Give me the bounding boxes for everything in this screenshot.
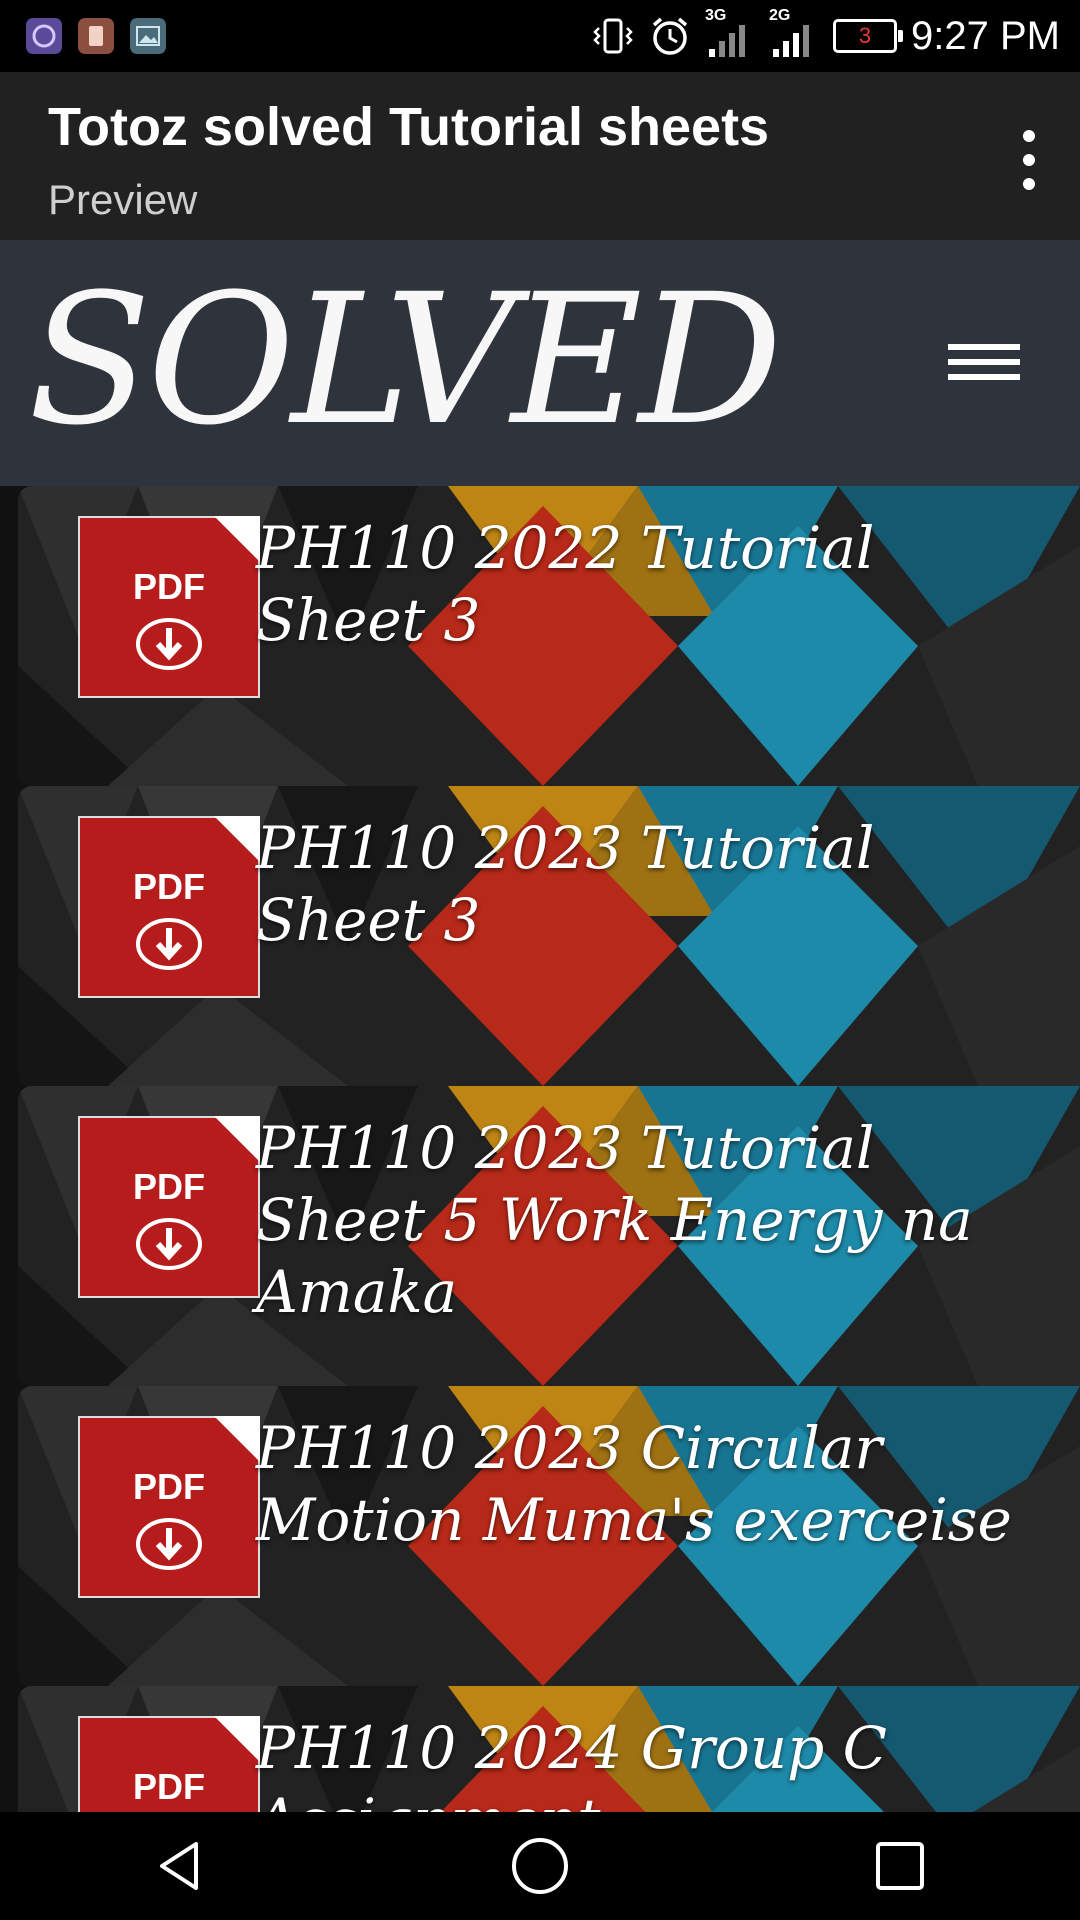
pdf-download-icon[interactable]: PDF (78, 516, 260, 698)
item-title[interactable]: PH110 2023 Circular Motion Muma's exerce… (256, 1412, 1056, 1556)
list-item[interactable]: PDF PH110 2023 Tutorial Sheet 3 (18, 786, 1080, 1086)
list-item[interactable]: PDF PH110 2023 Tutorial Sheet 5 Work Ene… (18, 1086, 1080, 1386)
list-item[interactable]: PDF PH110 2024 Group C Assignment (18, 1686, 1080, 1812)
pdf-download-icon[interactable]: PDF (78, 1416, 260, 1598)
pdf-download-icon[interactable]: PDF (78, 1116, 260, 1298)
hamburger-menu-icon[interactable] (948, 344, 1020, 380)
clock: 9:27 PM (911, 13, 1060, 58)
list-item[interactable]: PDF PH110 2022 Tutorial Sheet 3 (18, 486, 1080, 786)
overflow-menu-icon[interactable] (1014, 130, 1044, 190)
pdf-download-icon[interactable]: PDF (78, 816, 260, 998)
app-subtitle: Preview (48, 176, 198, 223)
pdf-label: PDF (133, 866, 205, 907)
item-title[interactable]: PH110 2023 Tutorial Sheet 3 (256, 812, 1056, 956)
alarm-icon (652, 17, 688, 55)
item-title[interactable]: PH110 2022 Tutorial Sheet 3 (256, 512, 1056, 656)
site-header: SOLVED (0, 240, 1080, 486)
home-icon[interactable] (500, 1826, 580, 1906)
pdf-label: PDF (133, 566, 205, 607)
battery-level: 3 (858, 23, 872, 48)
app-title: Totoz solved Tutorial sheets (48, 97, 770, 157)
viber-icon (26, 18, 62, 54)
pdf-label: PDF (133, 1166, 205, 1207)
app-bar: Totoz solved Tutorial sheets Preview (0, 72, 1080, 240)
document-list: PDF PH110 2022 Tutorial Sheet 3 PDF PH11… (0, 486, 1080, 1812)
signal-icon: 2G (769, 7, 819, 59)
pdf-label: PDF (133, 1766, 205, 1807)
list-item[interactable]: PDF PH110 2023 Circular Motion Muma's ex… (18, 1386, 1080, 1686)
clipboard-icon (78, 18, 114, 54)
gallery-icon (130, 18, 166, 54)
recents-icon[interactable] (860, 1826, 940, 1906)
notification-icons (26, 18, 166, 54)
pdf-label: PDF (133, 1466, 205, 1507)
item-title[interactable]: PH110 2024 Group C Assignment (256, 1712, 1056, 1812)
vibrate-icon (593, 18, 633, 54)
signal-icon: 3G (705, 7, 755, 59)
pdf-download-icon[interactable]: PDF (78, 1716, 260, 1812)
battery-icon: 3 (833, 19, 904, 53)
system-nav-bar (0, 1812, 1080, 1920)
status-bar: 3G 2G 3 9:27 PM (0, 0, 1080, 72)
site-logo[interactable]: SOLVED (28, 256, 783, 465)
back-icon[interactable] (140, 1826, 220, 1906)
item-title[interactable]: PH110 2023 Tutorial Sheet 5 Work Energy … (256, 1112, 1056, 1328)
